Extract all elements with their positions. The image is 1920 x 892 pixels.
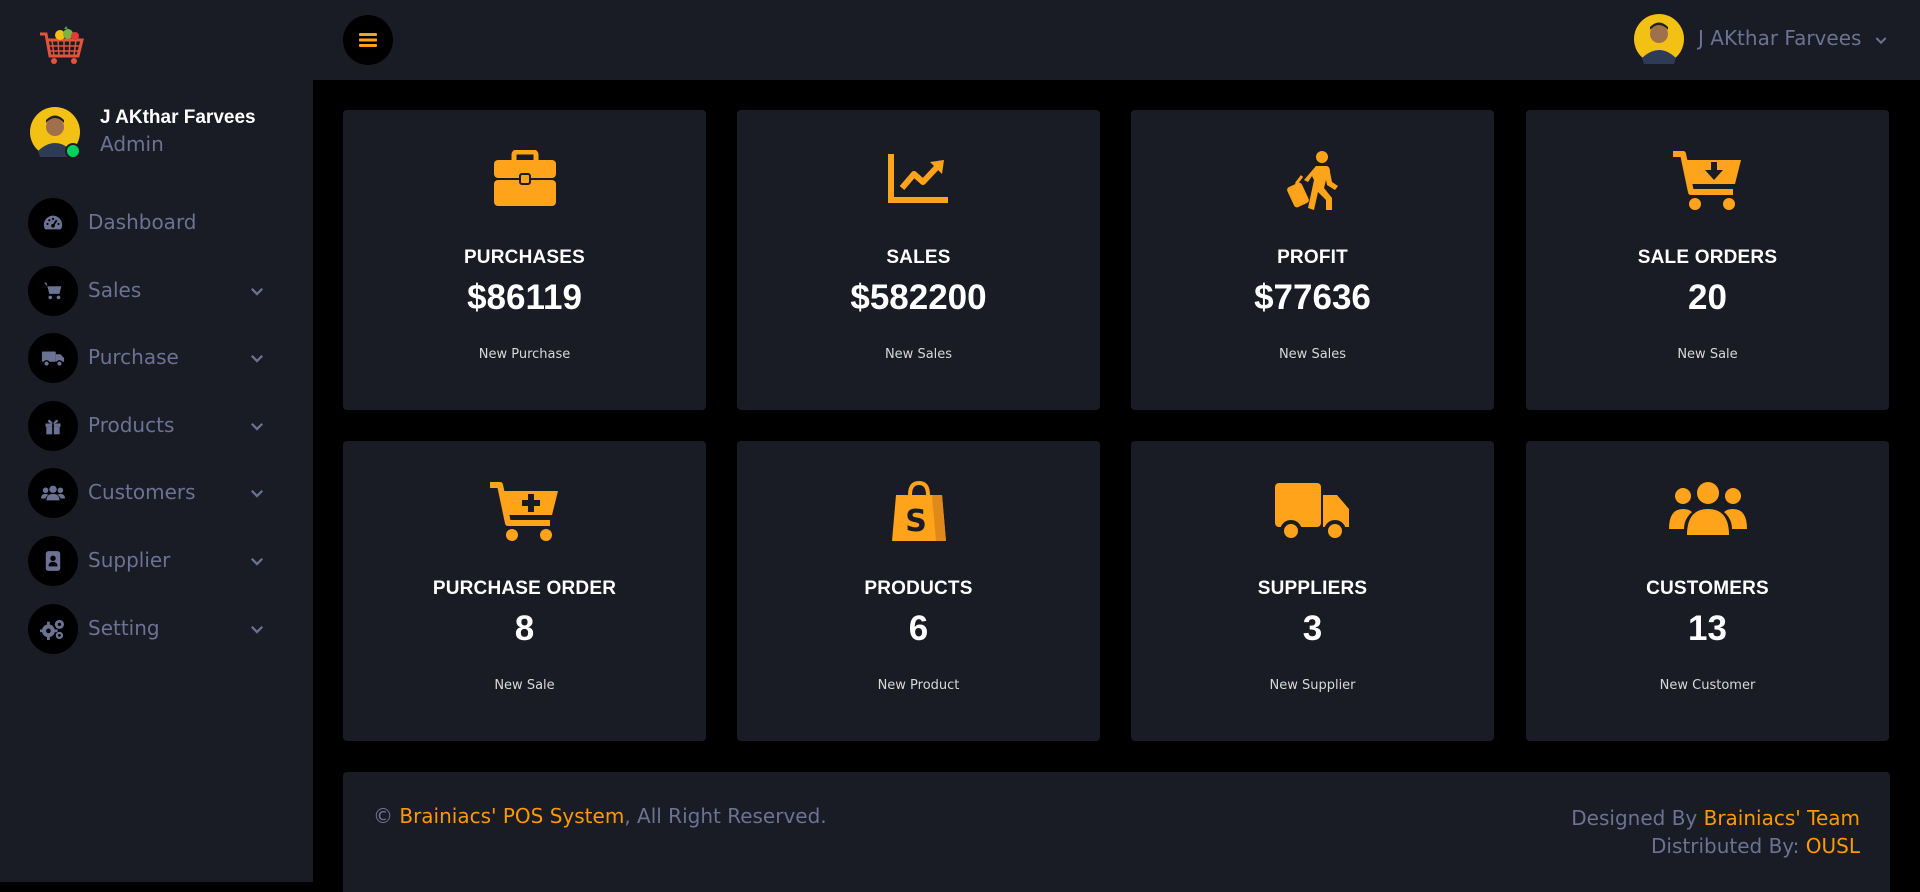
card-subtitle: New Sales bbox=[1278, 347, 1347, 362]
chevron-down-icon bbox=[250, 422, 264, 431]
stat-card-sale-orders[interactable]: SALE ORDERS 20 New Sale bbox=[1526, 110, 1889, 410]
sidebar-item-sales[interactable]: Sales bbox=[0, 265, 313, 334]
card-subtitle: New Supplier bbox=[1269, 678, 1356, 693]
sidebar-item-label: Setting bbox=[88, 615, 160, 640]
truck-icon bbox=[28, 333, 78, 384]
sidebar-item-dashboard[interactable]: Dashboard bbox=[0, 198, 313, 266]
chevron-down-icon bbox=[250, 355, 264, 363]
card-value: 20 bbox=[1688, 278, 1727, 317]
sidebar-item-label: Products bbox=[88, 412, 175, 437]
sidebar-item-label: Dashboard bbox=[88, 210, 197, 234]
sidebar-user-role: Admin bbox=[100, 132, 164, 156]
copyright-symbol: © bbox=[373, 804, 400, 828]
cart-plus-icon bbox=[343, 481, 706, 551]
stat-card-products[interactable]: S PRODUCTS 6 New Product bbox=[737, 441, 1100, 741]
card-value: $77636 bbox=[1254, 278, 1371, 317]
designed-by-link[interactable]: Brainiacs' Team bbox=[1704, 806, 1860, 830]
card-value: $86119 bbox=[467, 278, 582, 317]
card-value: 3 bbox=[1302, 609, 1323, 648]
cart-arrow-down-icon bbox=[1526, 150, 1889, 220]
card-value: $582200 bbox=[850, 278, 987, 317]
hamburger-icon[interactable] bbox=[343, 15, 393, 65]
card-title: CUSTOMERS bbox=[1646, 578, 1769, 599]
chevron-down-icon bbox=[250, 287, 264, 296]
svg-text:S: S bbox=[905, 504, 927, 539]
chevron-down-icon bbox=[250, 557, 264, 566]
chevron-down-icon bbox=[250, 625, 264, 634]
card-subtitle: New Sale bbox=[494, 678, 555, 693]
stat-card-purchases[interactable]: PURCHASES $86119 New Purchase bbox=[343, 110, 706, 410]
cart-icon bbox=[28, 265, 78, 316]
users-icon bbox=[28, 468, 78, 519]
card-value: 8 bbox=[514, 609, 535, 648]
gears-icon bbox=[28, 603, 78, 654]
card-value: 13 bbox=[1688, 609, 1727, 648]
chevron-down-icon bbox=[250, 490, 264, 498]
shopping-basket-logo-icon[interactable] bbox=[38, 26, 86, 66]
stat-card-suppliers[interactable]: SUPPLIERS 3 New Supplier bbox=[1131, 441, 1494, 741]
card-title: PURCHASE ORDER bbox=[432, 578, 617, 599]
gift-icon bbox=[28, 400, 78, 451]
sidebar-item-purchase[interactable]: Purchase bbox=[0, 333, 313, 401]
sidebar-item-supplier[interactable]: Supplier bbox=[0, 535, 313, 604]
footer-brand-link[interactable]: Brainiacs' POS System bbox=[399, 804, 624, 828]
card-title: PURCHASES bbox=[463, 247, 586, 268]
card-title: PRODUCTS bbox=[864, 578, 973, 599]
stat-card-profit[interactable]: PROFIT $77636 New Sales bbox=[1131, 110, 1494, 410]
footer-rights-text: , All Right Reserved. bbox=[624, 804, 827, 828]
footer-copyright: © Brainiacs' POS System, All Right Reser… bbox=[373, 804, 827, 828]
person-walking-luggage-icon bbox=[1131, 150, 1494, 220]
chart-line-icon bbox=[737, 150, 1100, 220]
distributed-by-label: Distributed By: bbox=[1651, 834, 1806, 858]
card-title: SUPPLIERS bbox=[1257, 578, 1368, 599]
sidebar-nav: Dashboard Sales Purchase Products Custom… bbox=[0, 198, 313, 671]
card-value: 6 bbox=[908, 609, 929, 648]
sidebar-item-label: Sales bbox=[88, 277, 142, 302]
stat-card-sales[interactable]: SALES $582200 New Sales bbox=[737, 110, 1100, 410]
distributed-by-link[interactable]: OUSL bbox=[1806, 834, 1860, 858]
sidebar-item-setting[interactable]: Setting bbox=[0, 603, 313, 672]
shopping-bag-icon: S bbox=[737, 481, 1100, 551]
sidebar-item-label: Supplier bbox=[88, 547, 171, 572]
card-subtitle: New Customer bbox=[1659, 678, 1756, 693]
users-icon bbox=[1526, 481, 1889, 551]
footer-credits: Designed By Brainiacs' Team Distributed … bbox=[1571, 804, 1860, 860]
card-subtitle: New Sale bbox=[1677, 347, 1738, 362]
designed-by-label: Designed By bbox=[1571, 806, 1704, 830]
top-user-name: J AKthar Farvees bbox=[1698, 26, 1862, 50]
stat-card-purchase-order[interactable]: PURCHASE ORDER 8 New Sale bbox=[343, 441, 706, 741]
card-subtitle: New Product bbox=[877, 678, 960, 693]
card-title: SALE ORDERS bbox=[1637, 247, 1778, 268]
speedometer-icon bbox=[28, 198, 78, 248]
sidebar-profile[interactable]: J AKthar Farvees Admin bbox=[30, 107, 300, 159]
stat-card-customers[interactable]: CUSTOMERS 13 New Customer bbox=[1526, 441, 1889, 741]
top-navbar: J AKthar Farvees bbox=[313, 0, 1920, 80]
card-subtitle: New Purchase bbox=[478, 347, 571, 362]
user-menu-dropdown[interactable]: J AKthar Farvees bbox=[1634, 14, 1890, 66]
chevron-down-icon bbox=[1875, 37, 1887, 45]
online-status-indicator bbox=[65, 143, 81, 159]
briefcase-icon bbox=[343, 150, 706, 220]
sidebar-user-name: J AKthar Farvees bbox=[100, 107, 256, 128]
avatar bbox=[1634, 14, 1684, 64]
card-title: SALES bbox=[886, 247, 951, 268]
sidebar-item-customers[interactable]: Customers bbox=[0, 468, 313, 536]
sidebar-item-label: Purchase bbox=[88, 345, 179, 370]
contact-book-icon bbox=[28, 535, 78, 586]
truck-icon bbox=[1131, 481, 1494, 551]
footer: © Brainiacs' POS System, All Right Reser… bbox=[343, 772, 1890, 892]
sidebar-item-products[interactable]: Products bbox=[0, 400, 313, 469]
sidebar-item-label: Customers bbox=[88, 480, 196, 505]
sidebar: J AKthar Farvees Admin Dashboard Sales P… bbox=[0, 0, 313, 882]
card-title: PROFIT bbox=[1277, 247, 1348, 268]
card-subtitle: New Sales bbox=[884, 347, 953, 362]
